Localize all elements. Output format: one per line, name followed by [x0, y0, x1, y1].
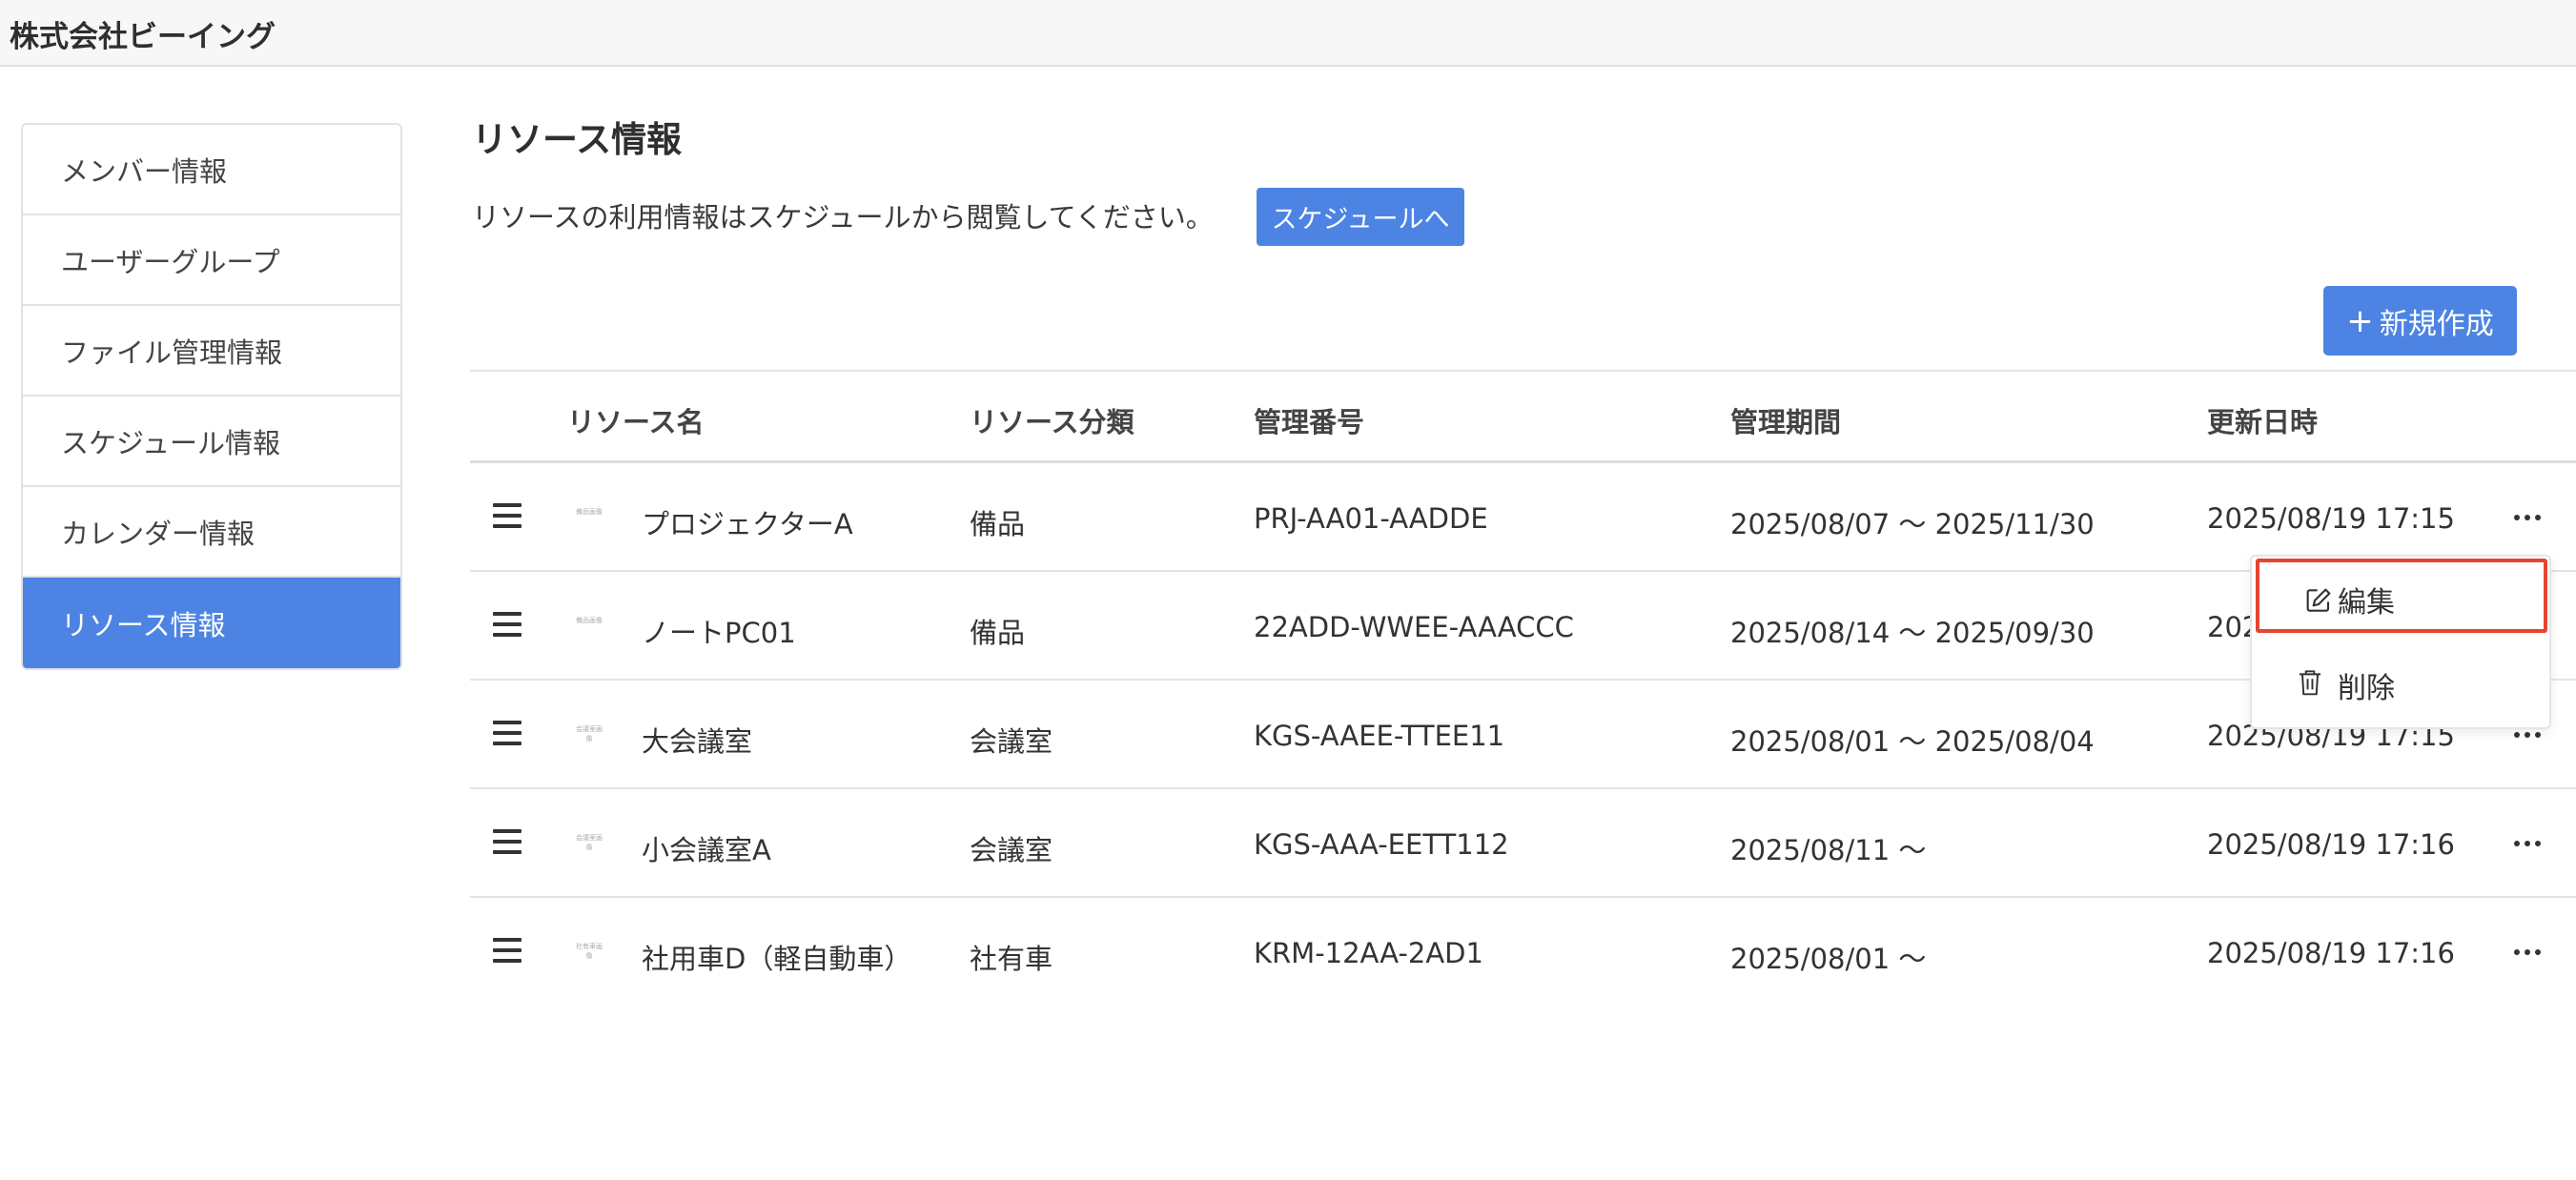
resource-name: 大会議室: [642, 725, 753, 758]
sidebar-item-calendar[interactable]: カレンダー情報: [23, 487, 400, 578]
table-row[interactable]: 社有車画像 社用車D（軽自動車） 社有車 KRM-12AA-2AD1 2025/…: [470, 898, 2576, 1007]
column-header-period[interactable]: 管理期間: [1730, 400, 1841, 440]
drag-handle-icon[interactable]: [493, 503, 521, 530]
resource-period: 2025/08/14 〜 2025/09/30: [1730, 617, 2095, 649]
trash-icon: [2296, 667, 2324, 702]
resource-category: 備品: [970, 508, 1026, 540]
resource-period: 2025/08/01 〜 2025/08/04: [1730, 725, 2095, 758]
drag-handle-icon[interactable]: [493, 612, 521, 639]
schedule-button[interactable]: スケジュールへ: [1257, 188, 1464, 246]
sidebar-item-resources[interactable]: リソース情報: [23, 578, 400, 668]
column-header-updated[interactable]: 更新日時: [2207, 400, 2318, 440]
resource-thumbnail: 会議室画像: [576, 725, 603, 743]
column-header-name[interactable]: リソース名: [567, 400, 705, 440]
resource-number: PRJ-AA01-AADDE: [1254, 502, 1488, 535]
edit-menu-label: 編集: [2338, 586, 2395, 620]
resource-number: 22ADD-WWEE-AAACCC: [1254, 611, 1574, 643]
resource-name: プロジェクターA: [642, 508, 853, 540]
resource-number: KGS-AAEE-TTEE11: [1254, 720, 1505, 752]
resource-thumbnail: 会議室画像: [576, 834, 603, 851]
table-row[interactable]: 会議室画像 小会議室A 会議室 KGS-AAA-EETT112 2025/08/…: [470, 789, 2576, 898]
resource-number: KGS-AAA-EETT112: [1254, 828, 1509, 861]
company-name: 株式会社ビーイング: [10, 20, 276, 54]
resource-thumbnail: 備品画像: [576, 617, 603, 624]
page-description: リソースの利用情報はスケジュールから閲覧してください。: [472, 201, 1214, 234]
delete-menu-item[interactable]: 削除: [2252, 644, 2549, 719]
delete-menu-label: 削除: [2338, 672, 2395, 705]
resource-thumbnail: 社有車画像: [576, 943, 603, 960]
more-options-icon[interactable]: [2508, 932, 2546, 970]
resource-thumbnail: 備品画像: [576, 508, 603, 516]
sidebar-nav: メンバー情報 ユーザーグループ ファイル管理情報 スケジュール情報 カレンダー情…: [21, 123, 402, 670]
edit-icon: [2303, 585, 2334, 620]
drag-handle-icon[interactable]: [493, 829, 521, 856]
new-resource-button[interactable]: + 新規作成: [2323, 286, 2517, 356]
resource-updated: 2025/08/19 17:16: [2207, 937, 2455, 969]
resource-category: 会議室: [970, 725, 1053, 758]
plus-icon: +: [2346, 301, 2374, 340]
resource-period: 2025/08/11 〜: [1730, 834, 1927, 866]
resource-period: 2025/08/01 〜: [1730, 943, 1927, 975]
resource-category: 備品: [970, 617, 1026, 649]
sidebar-item-members[interactable]: メンバー情報: [23, 125, 400, 215]
page-title: リソース情報: [472, 119, 683, 160]
resource-updated: 2025/08/19 17:16: [2207, 828, 2455, 861]
drag-handle-icon[interactable]: [493, 721, 521, 747]
resource-name: ノートPC01: [642, 617, 796, 649]
resource-category: 社有車: [970, 943, 1053, 975]
row-action-menu: 編集 削除: [2250, 555, 2551, 729]
resource-category: 会議室: [970, 834, 1053, 866]
app-header: 株式会社ビーイング: [0, 0, 2576, 67]
resource-updated: 2025/08/19 17:15: [2207, 502, 2455, 535]
sidebar-item-schedule[interactable]: スケジュール情報: [23, 397, 400, 487]
sidebar-item-user-groups[interactable]: ユーザーグループ: [23, 215, 400, 306]
resource-period: 2025/08/07 〜 2025/11/30: [1730, 508, 2095, 540]
more-options-icon[interactable]: [2508, 498, 2546, 536]
new-button-label: 新規作成: [2379, 307, 2494, 341]
column-header-number[interactable]: 管理番号: [1254, 400, 1364, 440]
column-header-category[interactable]: リソース分類: [970, 400, 1135, 440]
drag-handle-icon[interactable]: [493, 938, 521, 965]
resource-name: 小会議室A: [642, 834, 771, 866]
edit-menu-item[interactable]: 編集: [2256, 559, 2547, 633]
resource-number: KRM-12AA-2AD1: [1254, 937, 1483, 969]
more-options-icon[interactable]: [2508, 824, 2546, 862]
resource-name: 社用車D（軽自動車）: [642, 943, 912, 975]
table-header: リソース名 リソース分類 管理番号 管理期間 更新日時: [470, 370, 2576, 463]
sidebar-item-files[interactable]: ファイル管理情報: [23, 306, 400, 397]
